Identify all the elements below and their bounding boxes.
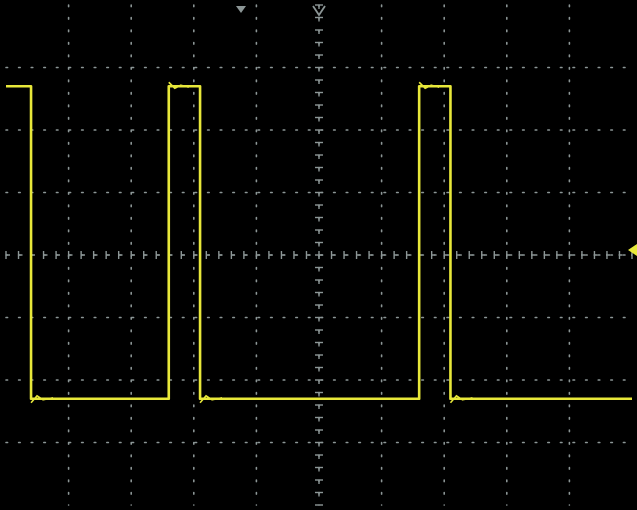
scope-display xyxy=(0,0,637,510)
oscilloscope-screen xyxy=(0,0,637,510)
